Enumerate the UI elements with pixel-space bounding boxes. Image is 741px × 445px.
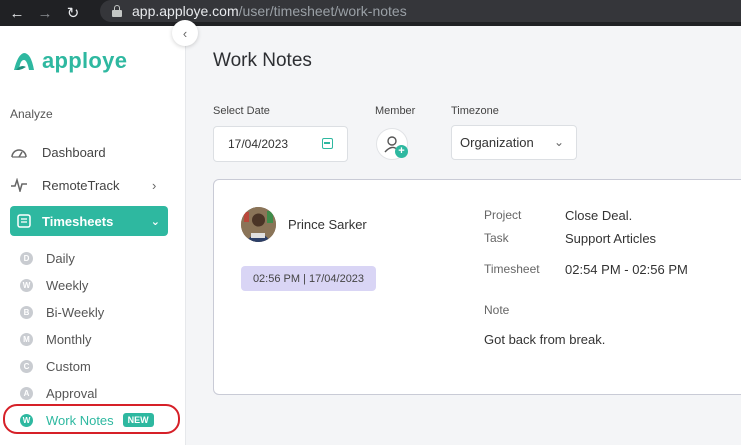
- member-label: Member: [375, 105, 416, 117]
- letter-badge: B: [20, 305, 33, 319]
- sidebar-subitem-monthly[interactable]: M Monthly: [20, 330, 92, 348]
- sidebar-subitem-daily[interactable]: D Daily: [20, 249, 75, 267]
- sidebar-subitem-approval[interactable]: A Approval: [20, 384, 97, 402]
- sidebar-item-remotetrack[interactable]: RemoteTrack ›: [10, 175, 156, 195]
- logo-text: apploye: [42, 48, 128, 73]
- reload-icon[interactable]: ↻: [62, 2, 84, 24]
- address-bar[interactable]: app.apploye.com/user/timesheet/work-note…: [100, 0, 741, 22]
- timezone-label: Timezone: [451, 105, 499, 117]
- project-value: Close Deal.: [565, 208, 633, 223]
- chevron-down-icon: ⌄: [553, 135, 564, 149]
- calendar-icon: [322, 138, 333, 149]
- highlight-outline: [3, 404, 180, 434]
- sidebar-subitem-label: Custom: [46, 358, 91, 374]
- sidebar-item-label: Timesheets: [42, 213, 114, 229]
- forward-icon[interactable]: →: [34, 2, 56, 24]
- task-value: Support Articles: [565, 231, 657, 246]
- sidebar-subitem-bi-weekly[interactable]: B Bi-Weekly: [20, 303, 104, 321]
- timezone-select[interactable]: Organization ⌄: [451, 125, 577, 160]
- date-value: 17/04/2023: [228, 137, 289, 151]
- sidebar-subitem-label: Monthly: [46, 331, 92, 347]
- sidebar-subitem-label: Weekly: [46, 277, 89, 293]
- timesheet-value: 02:54 PM - 02:56 PM: [565, 262, 688, 277]
- sidebar-item-label: RemoteTrack: [42, 177, 120, 193]
- note-text: Got back from break.: [484, 332, 606, 347]
- letter-badge: A: [20, 386, 33, 400]
- letter-badge: W: [20, 278, 33, 292]
- select-date-label: Select Date: [213, 105, 270, 117]
- timesheet-icon: [16, 213, 34, 229]
- avatar: [241, 207, 276, 242]
- url-host: app.apploye.com: [132, 3, 239, 19]
- sidebar-subitem-custom[interactable]: C Custom: [20, 357, 91, 375]
- note-label: Note: [484, 303, 510, 317]
- sidebar-subitem-label: Bi-Weekly: [46, 304, 105, 320]
- apploye-logo-icon: [12, 50, 36, 72]
- sidebar: apploye Analyze Dashboard RemoteTrack › …: [0, 26, 186, 445]
- date-picker-input[interactable]: 17/04/2023: [213, 126, 348, 162]
- sidebar-subitem-weekly[interactable]: W Weekly: [20, 276, 88, 294]
- project-label: Project: [484, 208, 522, 222]
- gauge-icon: [10, 145, 32, 159]
- sidebar-subitem-label: Daily: [46, 250, 75, 266]
- section-label-analyze: Analyze: [10, 107, 53, 121]
- chevron-down-icon: ⌄: [150, 215, 160, 228]
- timesheet-label: Timesheet: [484, 262, 540, 276]
- sidebar-subitem-label: Approval: [46, 385, 98, 401]
- sidebar-item-label: Dashboard: [42, 144, 106, 160]
- task-label: Task: [484, 231, 509, 245]
- note-timestamp-badge: 02:56 PM | 17/04/2023: [241, 266, 376, 291]
- user-name: Prince Sarker: [288, 217, 367, 232]
- letter-badge: C: [20, 359, 33, 373]
- sidebar-item-dashboard[interactable]: Dashboard: [10, 142, 106, 162]
- sidebar-item-timesheets[interactable]: Timesheets ⌄: [10, 206, 168, 236]
- sidebar-collapse-button[interactable]: ‹: [172, 20, 198, 46]
- letter-badge: M: [20, 332, 33, 346]
- url-path: /user/timesheet/work-notes: [238, 3, 407, 19]
- chevron-right-icon: ›: [152, 177, 157, 193]
- apploye-logo[interactable]: apploye: [12, 48, 127, 74]
- chevron-left-icon: ‹: [182, 25, 188, 41]
- add-member-icon[interactable]: +: [395, 145, 408, 158]
- page-title: Work Notes: [213, 50, 312, 71]
- lock-icon: [112, 5, 122, 17]
- back-icon[interactable]: ←: [6, 2, 28, 24]
- pulse-icon: [10, 178, 32, 192]
- browser-toolbar: ← → ↻ app.apploye.com/user/timesheet/wor…: [0, 0, 741, 26]
- letter-badge: D: [20, 251, 33, 265]
- timezone-value: Organization: [460, 135, 534, 150]
